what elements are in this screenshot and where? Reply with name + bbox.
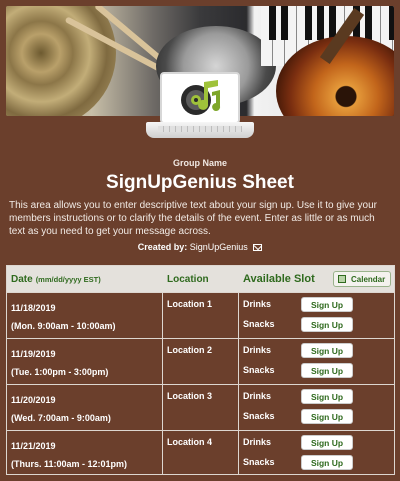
column-header-date: Date (mm/dd/yyyy EST) xyxy=(11,266,101,292)
slot-name: Drinks xyxy=(243,345,272,355)
table-row: 11/20/2019 (Wed. 7:00am - 9:00am) Locati… xyxy=(7,384,394,429)
slot-name: Drinks xyxy=(243,299,272,309)
signup-button[interactable]: Sign Up xyxy=(301,343,353,358)
signup-button[interactable]: Sign Up xyxy=(301,389,353,404)
date-format-label: (mm/dd/yyyy EST) xyxy=(35,274,101,284)
signup-button[interactable]: Sign Up xyxy=(301,363,353,378)
laptop-base xyxy=(146,122,254,138)
date-text: 11/20/2019 xyxy=(11,395,56,405)
table-row: 11/19/2019 (Tue. 1:00pm - 3:00pm) Locati… xyxy=(7,338,394,383)
cymbal-image xyxy=(6,6,116,116)
created-by-name: SignUpGenius xyxy=(189,242,248,252)
signup-table: Date (mm/dd/yyyy EST) Location Available… xyxy=(6,265,395,475)
page-title: SignUpGenius Sheet xyxy=(106,172,294,193)
group-name: Group Name xyxy=(172,158,227,168)
column-header-location: Location xyxy=(167,273,209,285)
time-text: (Tue. 1:00pm - 3:00pm) xyxy=(11,367,109,377)
time-text: (Mon. 9:00am - 10:00am) xyxy=(11,321,116,331)
signup-button[interactable]: Sign Up xyxy=(301,317,353,332)
date-cell: 11/21/2019 (Thurs. 11:00am - 12:01pm) xyxy=(11,437,127,473)
time-text: (Wed. 7:00am - 9:00am) xyxy=(11,413,111,423)
location-cell: Location 2 xyxy=(167,345,213,355)
table-row: 11/18/2019 (Mon. 9:00am - 10:00am) Locat… xyxy=(7,292,394,337)
signup-button[interactable]: Sign Up xyxy=(301,455,353,470)
time-text: (Thurs. 11:00am - 12:01pm) xyxy=(11,459,128,469)
date-text: 11/18/2019 xyxy=(11,303,56,313)
created-by-line: Created by: SignUpGenius xyxy=(0,242,400,252)
signup-button[interactable]: Sign Up xyxy=(301,409,353,424)
signup-button[interactable]: Sign Up xyxy=(301,435,353,450)
signup-button[interactable]: Sign Up xyxy=(301,297,353,312)
calendar-icon xyxy=(338,275,346,283)
date-text: 11/19/2019 xyxy=(11,349,56,359)
calendar-button-label: Calendar xyxy=(351,274,386,284)
date-cell: 11/19/2019 (Tue. 1:00pm - 3:00pm) xyxy=(11,345,108,381)
slot-name: Drinks xyxy=(243,391,272,401)
calendar-button[interactable]: Calendar xyxy=(333,271,391,287)
mail-icon[interactable] xyxy=(253,244,263,252)
slot-name: Drinks xyxy=(243,437,272,447)
table-row: 11/21/2019 (Thurs. 11:00am - 12:01pm) Lo… xyxy=(7,430,394,475)
date-text: 11/21/2019 xyxy=(11,441,56,451)
slot-name: Snacks xyxy=(243,319,275,329)
description-text: This area allows you to enter descriptiv… xyxy=(9,200,377,237)
date-cell: 11/20/2019 (Wed. 7:00am - 9:00am) xyxy=(11,391,111,427)
table-header: Date (mm/dd/yyyy EST) Location Available… xyxy=(7,266,394,292)
created-by-label: Created by: xyxy=(137,242,188,252)
location-cell: Location 4 xyxy=(167,437,213,447)
slot-name: Snacks xyxy=(243,365,275,375)
laptop-logo xyxy=(146,72,254,144)
laptop-screen xyxy=(160,72,240,124)
date-header-label: Date xyxy=(11,273,33,285)
slot-name: Snacks xyxy=(243,457,275,467)
location-cell: Location 1 xyxy=(167,299,213,309)
location-cell: Location 3 xyxy=(167,391,213,401)
slot-name: Snacks xyxy=(243,411,275,421)
column-header-available-slot: Available Slot xyxy=(243,273,315,285)
music-speaker-icon xyxy=(181,80,221,115)
date-cell: 11/18/2019 (Mon. 9:00am - 10:00am) xyxy=(11,299,116,335)
